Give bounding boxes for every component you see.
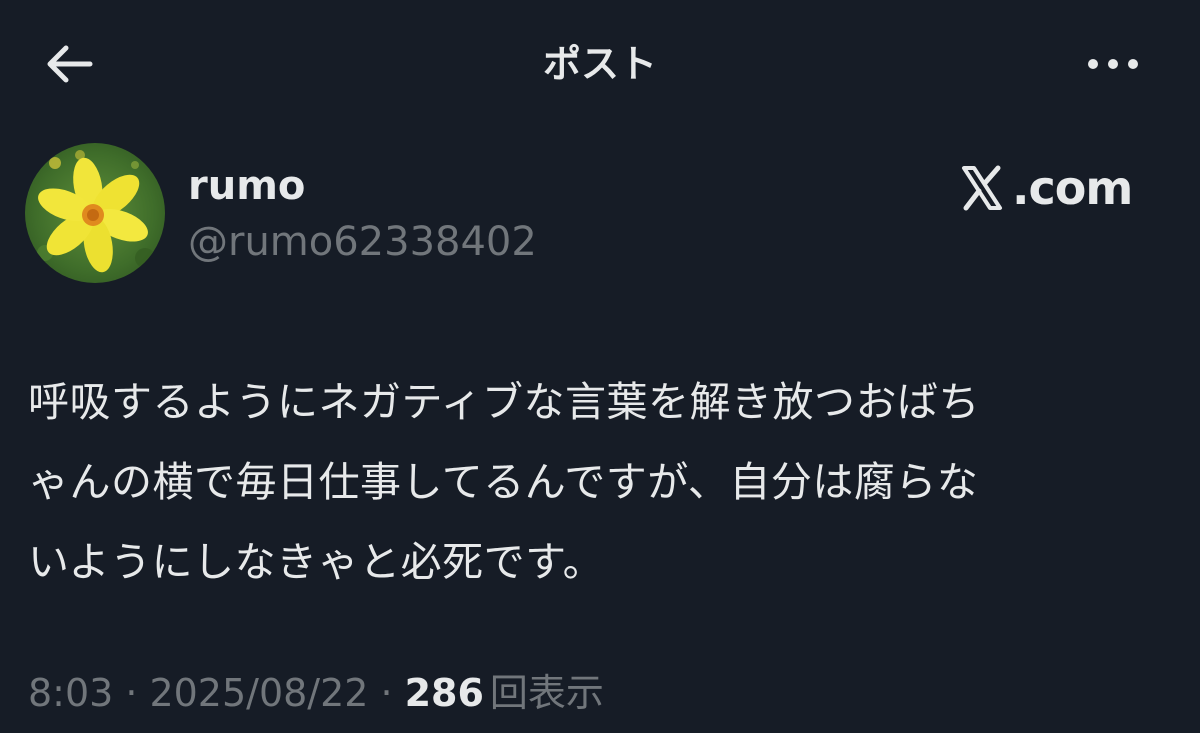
meta-separator: · [380, 671, 393, 715]
brand-watermark: .com [958, 158, 1133, 218]
post-text-line: 呼吸するようにネガティブな言葉を解き放つおばち [28, 378, 981, 426]
more-options-button[interactable] [1078, 40, 1148, 88]
views-label: 回表示 [489, 671, 604, 715]
author-display-name[interactable]: rumo [188, 160, 305, 212]
post-time[interactable]: 8:03 [28, 671, 113, 715]
avatar-image [25, 143, 165, 283]
post-text-line: ゃんの横で毎日仕事してるんですが、自分は腐らな [28, 458, 979, 506]
back-button[interactable] [36, 36, 100, 92]
brand-text: .com [1012, 161, 1133, 215]
author-handle[interactable]: @rumo62338402 [188, 216, 537, 268]
more-horizontal-icon [1088, 59, 1138, 69]
arrow-left-icon [47, 45, 93, 83]
top-bar: ポスト [0, 0, 1200, 124]
page-title: ポスト [542, 42, 657, 86]
meta-separator: · [125, 671, 138, 715]
avatar[interactable] [25, 143, 165, 283]
post-text: 呼吸するようにネガティブな言葉を解き放つおばち ゃんの横で毎日仕事してるんですが… [28, 362, 1178, 602]
post-meta: 8:03 · 2025/08/22 · 286 回表示 [28, 662, 604, 715]
post-text-line: いようにしなきゃと必死です。 [28, 538, 605, 586]
x-logo-icon [962, 165, 1002, 211]
views-count[interactable]: 286 [405, 671, 484, 715]
post-date[interactable]: 2025/08/22 [149, 671, 368, 715]
